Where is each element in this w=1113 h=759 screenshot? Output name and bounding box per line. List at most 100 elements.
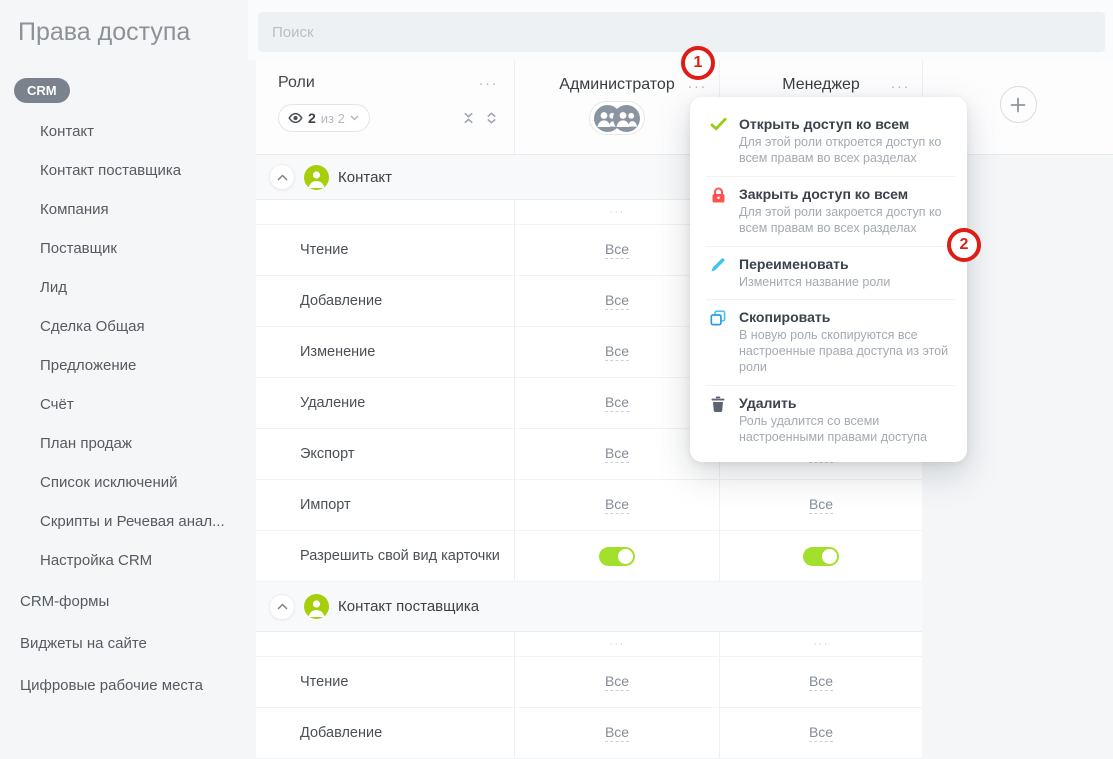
- table-row: Добавление Все Все: [256, 708, 922, 759]
- roles-filter-chip[interactable]: 2 из 2: [278, 104, 370, 132]
- chevron-up-icon: [277, 174, 288, 181]
- sidebar-item-supplier-contact[interactable]: Контакт поставщика: [0, 151, 248, 190]
- sidebar-item-digital-workplaces[interactable]: Цифровые рабочие места: [0, 664, 248, 706]
- table-row: Чтение Все Все: [256, 657, 922, 708]
- annotation-step-1: 1: [681, 46, 715, 80]
- permission-label: Удаление: [256, 378, 514, 428]
- plus-icon: [1010, 97, 1026, 113]
- admin-permission-value[interactable]: Все: [605, 292, 629, 310]
- supplier-contact-entity-icon: [304, 594, 329, 619]
- check-icon: [708, 116, 728, 167]
- permission-label: Разрешить свой вид карточки: [256, 531, 514, 581]
- pencil-icon: [708, 256, 728, 291]
- manager-role-menu-icon[interactable]: ···: [891, 79, 911, 94]
- sidebar-item-crm-settings[interactable]: Настройка CRM: [0, 541, 248, 580]
- annotation-step-2: 2: [947, 228, 981, 262]
- table-row: Разрешить свой вид карточки: [256, 531, 922, 582]
- menu-item-copy[interactable]: Скопировать В новую роль скопируются все…: [690, 302, 967, 383]
- menu-item-rename[interactable]: Переименовать Изменится название роли: [690, 249, 967, 298]
- collapse-section-button[interactable]: [269, 594, 295, 620]
- manager-permission-value[interactable]: Все: [809, 496, 833, 514]
- roles-menu-icon[interactable]: ···: [479, 76, 499, 91]
- sidebar-nav: Контакт Контакт поставщика Компания Пост…: [0, 112, 248, 706]
- sidebar-item-scripts[interactable]: Скрипты и Речевая анал...: [0, 502, 248, 541]
- trash-icon: [708, 395, 728, 446]
- section-title: Контакт: [338, 169, 392, 186]
- page-title: Права доступа: [18, 18, 190, 47]
- menu-item-description: В новую роль скопируются все настроенные…: [739, 328, 949, 376]
- admin-permission-value[interactable]: Все: [605, 673, 629, 691]
- menu-item-description: Роль удалится со всеми настроенными прав…: [739, 414, 949, 446]
- sidebar-item-sales-plan[interactable]: План продаж: [0, 424, 248, 463]
- menu-item-title: Удалить: [739, 395, 949, 411]
- menu-item-description: Для этой роли закроется доступ ко всем п…: [739, 205, 949, 237]
- sidebar-item-crm-forms[interactable]: CRM-формы: [0, 580, 248, 622]
- sidebar-item-quote[interactable]: Предложение: [0, 346, 248, 385]
- admin-permission-value[interactable]: Все: [605, 724, 629, 742]
- admin-permission-value[interactable]: Все: [605, 445, 629, 463]
- sidebar-item-company[interactable]: Компания: [0, 190, 248, 229]
- sidebar-item-lead[interactable]: Лид: [0, 268, 248, 307]
- admin-members-avatars: [589, 101, 645, 135]
- roles-total-count: из 2: [321, 111, 345, 126]
- menu-item-title: Переименовать: [739, 256, 890, 272]
- section-title: Контакт поставщика: [338, 598, 479, 615]
- admin-permission-value[interactable]: Все: [605, 241, 629, 259]
- permission-label: Добавление: [256, 708, 514, 758]
- admin-section-menu-icon[interactable]: ···: [514, 632, 719, 656]
- collapse-all-icon[interactable]: [462, 111, 475, 125]
- manager-permission-value[interactable]: Все: [809, 673, 833, 691]
- menu-item-description: Изменится название роли: [739, 275, 890, 291]
- sidebar-item-exclusions[interactable]: Список исключений: [0, 463, 248, 502]
- sidebar-item-deal[interactable]: Сделка Общая: [0, 307, 248, 346]
- sidebar-item-supplier[interactable]: Поставщик: [0, 229, 248, 268]
- admin-permission-value[interactable]: Все: [605, 496, 629, 514]
- permission-label: Экспорт: [256, 429, 514, 479]
- roles-column-title: Роли: [278, 74, 315, 92]
- admin-section-menu-icon[interactable]: ···: [514, 200, 719, 224]
- empty-cell: [256, 632, 514, 656]
- table-row: Импорт Все Все: [256, 480, 922, 531]
- sidebar-item-invoice[interactable]: Счёт: [0, 385, 248, 424]
- admin-role-menu-icon[interactable]: ···: [688, 79, 708, 94]
- lock-icon: [708, 186, 728, 237]
- admin-column-title: Администратор: [559, 76, 674, 93]
- sidebar-item-site-widgets[interactable]: Виджеты на сайте: [0, 622, 248, 664]
- menu-separator: [706, 176, 955, 177]
- sidebar-item-contact[interactable]: Контакт: [0, 112, 248, 151]
- manager-permission-value[interactable]: Все: [809, 724, 833, 742]
- menu-item-title: Открыть доступ ко всем: [739, 116, 949, 132]
- manager-card-view-toggle[interactable]: [803, 547, 839, 566]
- menu-separator: [706, 385, 955, 386]
- menu-item-description: Для этой роли откроется доступ ко всем п…: [739, 135, 949, 167]
- manager-column-title: Менеджер: [782, 76, 860, 93]
- admin-permission-value[interactable]: Все: [605, 394, 629, 412]
- collapse-section-button[interactable]: [269, 164, 295, 190]
- sidebar: Права доступа CRM Контакт Контакт постав…: [0, 0, 248, 756]
- roles-visible-count: 2: [308, 110, 316, 126]
- menu-item-delete[interactable]: Удалить Роль удалится со всеми настроенн…: [690, 388, 967, 453]
- search-input[interactable]: [258, 12, 1105, 52]
- add-role-button[interactable]: [1000, 86, 1037, 123]
- menu-separator: [706, 299, 955, 300]
- permission-label: Чтение: [256, 225, 514, 275]
- menu-item-close-access[interactable]: Закрыть доступ ко всем Для этой роли зак…: [690, 179, 967, 244]
- menu-item-title: Скопировать: [739, 309, 949, 325]
- section-header-supplier-contact: Контакт поставщика: [256, 582, 922, 632]
- admin-permission-value[interactable]: Все: [605, 343, 629, 361]
- menu-item-open-access[interactable]: Открыть доступ ко всем Для этой роли отк…: [690, 109, 967, 174]
- permission-label: Добавление: [256, 276, 514, 326]
- manager-section-menu-icon[interactable]: ···: [719, 632, 922, 656]
- permission-label: Импорт: [256, 480, 514, 530]
- admin-card-view-toggle[interactable]: [599, 547, 635, 566]
- chevron-up-icon: [277, 603, 288, 610]
- chevron-down-icon: [350, 115, 359, 121]
- group-avatar-icon: [613, 105, 640, 132]
- roles-header-cell: Роли ··· 2 из 2: [256, 60, 514, 154]
- expand-all-icon[interactable]: [485, 111, 498, 125]
- contact-entity-icon: [304, 165, 329, 190]
- eye-icon: [288, 112, 303, 124]
- menu-item-title: Закрыть доступ ко всем: [739, 186, 949, 202]
- crm-section-badge: CRM: [14, 78, 70, 103]
- permission-label: Изменение: [256, 327, 514, 377]
